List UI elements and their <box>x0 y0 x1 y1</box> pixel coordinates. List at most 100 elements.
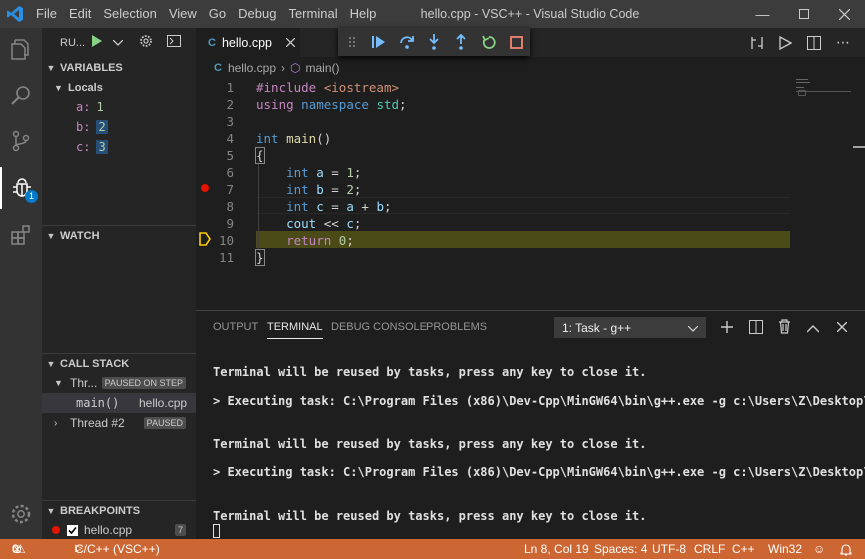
variables-section-header[interactable]: ▼ VARIABLES <box>42 58 196 78</box>
encoding-status[interactable]: UTF-8 <box>652 539 686 559</box>
breakpoints-section-header[interactable]: ▼ BREAKPOINTS <box>42 500 196 520</box>
tab-output[interactable]: OUTPUT <box>213 311 258 344</box>
maximize-icon[interactable] <box>783 0 824 28</box>
warning-count: 0 <box>12 542 19 556</box>
thread-row[interactable]: ▼ Thr... PAUSED ON STEP <box>42 373 196 393</box>
thread-status-badge: PAUSED ON STEP <box>101 377 186 389</box>
code-line: 11} <box>196 249 865 266</box>
indentation-status[interactable]: Spaces: 4 <box>594 539 647 559</box>
variable-value-changed: 3 <box>96 140 108 154</box>
menu-file[interactable]: File <box>30 0 63 28</box>
language-status[interactable]: C++ <box>732 539 755 559</box>
code-line: 8 int c = a + b; <box>196 198 865 215</box>
line-number: 10 <box>218 233 234 248</box>
tab-terminal[interactable]: TERMINAL <box>267 311 323 339</box>
source-control-icon[interactable] <box>0 120 42 162</box>
step-into-icon[interactable] <box>420 28 447 56</box>
code-line: 5{ <box>196 147 865 164</box>
run-icon[interactable] <box>779 35 793 53</box>
close-panel-icon[interactable] <box>836 321 848 335</box>
breadcrumb: C hello.cpp › ⬡ main() <box>196 57 865 79</box>
breakpoint-checkbox[interactable] <box>67 524 78 536</box>
notifications-bell-icon[interactable] <box>840 539 852 559</box>
watch-title: WATCH <box>60 229 100 242</box>
variable-row[interactable]: b: 2 <box>42 117 196 137</box>
start-debugging-icon[interactable] <box>91 35 103 50</box>
new-terminal-icon[interactable] <box>720 320 734 337</box>
minimap[interactable] <box>796 79 851 119</box>
cursor-position[interactable]: Ln 8, Col 19 <box>524 539 589 559</box>
variable-name: c: <box>76 140 91 154</box>
step-over-icon[interactable] <box>393 28 420 56</box>
breadcrumb-symbol[interactable]: main() <box>305 61 339 75</box>
code-editor[interactable]: 1 #include <iostream> 2 using namespace st… <box>196 79 865 266</box>
vscode-logo-icon <box>0 0 30 28</box>
window-title: hello.cpp - VSC++ - Visual Studio Code <box>420 7 640 21</box>
line-text: { <box>255 147 265 164</box>
menu-view[interactable]: View <box>163 0 203 28</box>
close-window-icon[interactable] <box>824 0 865 28</box>
terminal-output[interactable]: Terminal will be reused by tasks, press … <box>196 345 865 540</box>
window-controls: — <box>742 0 865 28</box>
function-symbol-icon: ⬡ <box>290 61 301 75</box>
callstack-title: CALL STACK <box>60 357 130 370</box>
breakpoint-row[interactable]: hello.cpp 7 <box>42 520 196 540</box>
extensions-icon[interactable] <box>0 214 42 256</box>
settings-gear-icon[interactable] <box>0 493 42 535</box>
eol-status[interactable]: CRLF <box>694 539 725 559</box>
variable-row[interactable]: c: 3 <box>42 137 196 157</box>
restart-icon[interactable] <box>475 28 502 56</box>
locals-scope[interactable]: ▼ Locals <box>42 78 196 98</box>
drag-handle-icon[interactable] <box>338 28 365 56</box>
explorer-icon[interactable] <box>0 28 42 70</box>
code-line: 3 <box>196 113 865 130</box>
line-text: int main() <box>256 131 332 146</box>
close-tab-icon[interactable] <box>285 36 296 50</box>
config-gear-icon[interactable] <box>139 34 153 51</box>
continue-icon[interactable] <box>365 28 392 56</box>
chevron-down-icon: ▼ <box>54 378 63 388</box>
split-terminal-icon[interactable] <box>749 320 763 337</box>
tab-problems[interactable]: PROBLEMS <box>426 311 487 344</box>
line-text: } <box>255 249 265 266</box>
stop-icon[interactable] <box>503 28 530 56</box>
watch-section-header[interactable]: ▼ WATCH <box>42 225 196 245</box>
search-icon[interactable] <box>0 75 42 117</box>
debug-console-icon[interactable] <box>167 35 182 50</box>
code-line: 10 return 0; <box>196 232 865 249</box>
code-line: 6 int a = 1; <box>196 164 865 181</box>
menu-go[interactable]: Go <box>203 0 232 28</box>
maximize-panel-icon[interactable] <box>806 322 820 336</box>
breadcrumb-file[interactable]: hello.cpp <box>228 61 276 75</box>
line-number: 6 <box>226 165 234 180</box>
more-actions-icon[interactable]: ⋯ <box>836 34 850 51</box>
tab-debug-console[interactable]: DEBUG CONSOLE <box>331 311 427 344</box>
menu-edit[interactable]: Edit <box>63 0 97 28</box>
line-number: 2 <box>226 97 234 112</box>
menu-debug[interactable]: Debug <box>232 0 282 28</box>
debug-icon[interactable]: 1 <box>0 167 42 209</box>
thread-row[interactable]: › Thread #2 PAUSED <box>42 413 196 433</box>
variable-name: b: <box>76 120 91 134</box>
feedback-icon[interactable]: ☺ <box>813 539 825 559</box>
stack-frame-row[interactable]: main() hello.cpp <box>42 393 196 413</box>
menu-selection[interactable]: Selection <box>97 0 162 28</box>
locals-label: Locals <box>68 82 103 94</box>
menu-terminal[interactable]: Terminal <box>282 0 343 28</box>
menu-help[interactable]: Help <box>344 0 383 28</box>
open-changes-icon[interactable] <box>750 36 764 53</box>
thread-name: Thread #2 <box>70 416 125 430</box>
platform-status[interactable]: Win32 <box>768 539 802 559</box>
terminal-select[interactable]: 1: Task - g++ <box>554 317 706 338</box>
step-out-icon[interactable] <box>448 28 475 56</box>
config-dropdown-icon[interactable] <box>112 37 124 49</box>
line-number: 4 <box>226 131 234 146</box>
variable-row[interactable]: a: 1 <box>42 97 196 117</box>
split-editor-icon[interactable] <box>807 36 821 53</box>
line-number: 3 <box>226 114 234 129</box>
launch-config-label[interactable]: RU... <box>60 37 85 49</box>
trash-icon[interactable] <box>778 319 791 337</box>
callstack-section-header[interactable]: ▼ CALL STACK <box>42 353 196 373</box>
tab-hello-cpp[interactable]: C hello.cpp <box>196 28 300 57</box>
minimize-icon[interactable]: — <box>742 0 783 28</box>
